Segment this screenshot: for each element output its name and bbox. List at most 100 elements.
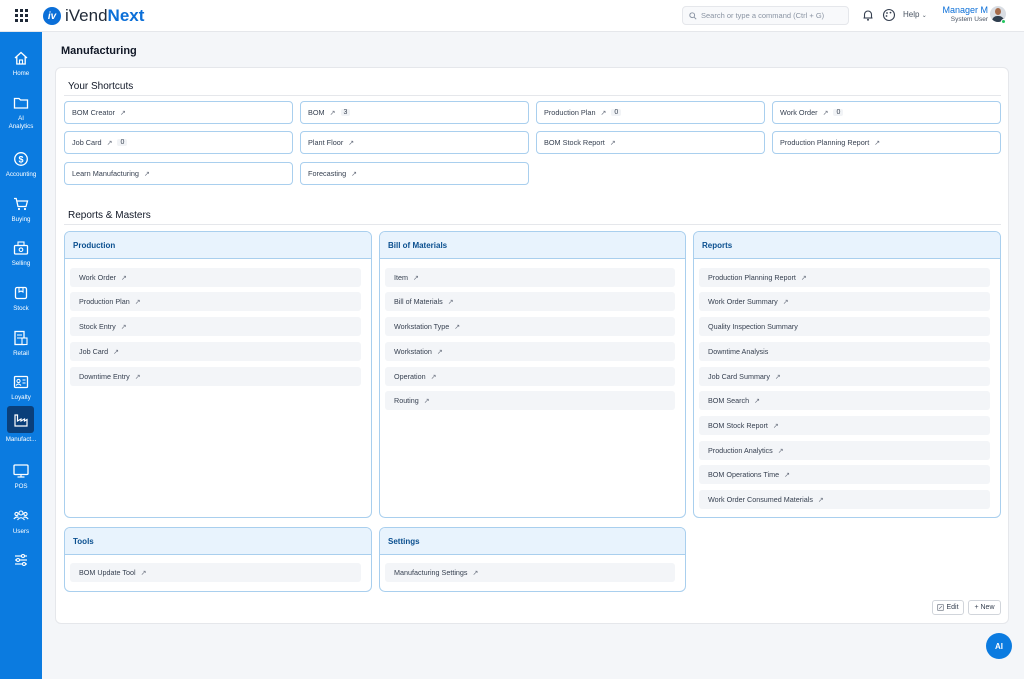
sidebar-item-loyalty[interactable]: Loyalty xyxy=(0,366,42,410)
edit-button[interactable]: Edit xyxy=(932,600,964,615)
shortcut-bom-stock-report[interactable]: BOM Stock Report ↗ xyxy=(536,131,765,154)
external-link-icon: ↗ xyxy=(348,139,355,147)
card-title: Bill of Materials xyxy=(380,232,685,259)
link-bom-search[interactable]: BOM Search ↗ xyxy=(699,391,990,410)
sidebar-item-manufacturing[interactable]: Manufact... xyxy=(0,405,42,449)
external-link-icon: ↗ xyxy=(143,170,150,178)
shortcuts-title: Your Shortcuts xyxy=(68,81,134,92)
shortcut-production-plan[interactable]: Production Plan ↗ 0 xyxy=(536,101,765,124)
search-input[interactable]: Search or type a command (Ctrl + G) xyxy=(682,6,849,25)
svg-text:$: $ xyxy=(18,154,23,164)
ai-assistant-button[interactable]: AI xyxy=(986,633,1012,659)
top-bar: iv iVendNext Search or type a command (C… xyxy=(0,0,1024,32)
link-production-planning-report[interactable]: Production Planning Report ↗ xyxy=(699,268,990,287)
external-link-icon: ↗ xyxy=(772,422,779,430)
link-work-order-consumed-materials[interactable]: Work Order Consumed Materials ↗ xyxy=(699,490,990,509)
link-operation[interactable]: Operation ↗ xyxy=(385,367,675,386)
register-icon xyxy=(13,241,29,255)
card-title: Production xyxy=(65,232,371,259)
link-production-analytics[interactable]: Production Analytics ↗ xyxy=(699,441,990,460)
external-link-icon: ↗ xyxy=(609,139,616,147)
count-badge: 0 xyxy=(117,139,128,146)
link-bom-operations-time[interactable]: BOM Operations Time ↗ xyxy=(699,465,990,484)
folder-icon xyxy=(13,97,29,109)
new-button[interactable]: + New xyxy=(968,600,1001,615)
count-badge: 3 xyxy=(340,109,351,116)
link-bom-update-tool[interactable]: BOM Update Tool ↗ xyxy=(70,563,361,582)
app-logo[interactable]: iv iVendNext xyxy=(43,6,144,26)
shortcut-plant-floor[interactable]: Plant Floor ↗ xyxy=(300,131,529,154)
link-stock-entry[interactable]: Stock Entry ↗ xyxy=(70,317,361,336)
chevron-down-icon: ⌄ xyxy=(921,13,927,19)
sidebar-item-retail[interactable]: Retail xyxy=(0,322,42,366)
external-link-icon: ↗ xyxy=(329,109,336,117)
shortcut-forecasting[interactable]: Forecasting ↗ xyxy=(300,162,529,185)
shortcut-production-planning-report[interactable]: Production Planning Report ↗ xyxy=(772,131,1001,154)
card-title: Tools xyxy=(65,528,371,555)
link-bill-of-materials[interactable]: Bill of Materials ↗ xyxy=(385,292,675,311)
external-link-icon: ↗ xyxy=(774,373,781,381)
app-grid-icon[interactable] xyxy=(15,9,28,22)
external-link-icon: ↗ xyxy=(113,348,120,356)
search-icon xyxy=(689,11,697,20)
shortcut-work-order[interactable]: Work Order ↗ 0 xyxy=(772,101,1001,124)
external-link-icon: ↗ xyxy=(874,139,881,147)
sidebar-item-buying[interactable]: Buying xyxy=(0,188,42,232)
external-link-icon: ↗ xyxy=(120,323,127,331)
reports-masters-title: Reports & Masters xyxy=(68,210,151,221)
sidebar-item-ai-analytics[interactable]: AI Analytics xyxy=(0,87,42,131)
help-menu[interactable]: Help ⌄ xyxy=(903,10,927,19)
sidebar-item-users[interactable]: Users xyxy=(0,500,42,544)
user-info[interactable]: Manager M System User xyxy=(930,5,988,23)
link-routing[interactable]: Routing ↗ xyxy=(385,391,675,410)
palette-icon[interactable] xyxy=(882,8,896,22)
bell-icon[interactable] xyxy=(861,8,875,22)
sidebar-item-accounting[interactable]: $ Accounting xyxy=(0,143,42,187)
cart-icon xyxy=(14,197,29,211)
link-downtime-entry[interactable]: Downtime Entry ↗ xyxy=(70,367,361,386)
link-workstation[interactable]: Workstation ↗ xyxy=(385,342,675,361)
receipt-icon xyxy=(14,330,28,346)
link-bom-stock-report[interactable]: BOM Stock Report ↗ xyxy=(699,416,990,435)
sidebar-item-pos[interactable]: POS xyxy=(0,455,42,499)
shortcut-bom-creator[interactable]: BOM Creator ↗ xyxy=(64,101,293,124)
external-link-icon: ↗ xyxy=(777,447,784,455)
external-link-icon: ↗ xyxy=(447,298,454,306)
external-link-icon: ↗ xyxy=(454,323,461,331)
card-tools: Tools xyxy=(64,527,372,592)
link-item[interactable]: Item ↗ xyxy=(385,268,675,287)
link-job-card-summary[interactable]: Job Card Summary ↗ xyxy=(699,367,990,386)
link-manufacturing-settings[interactable]: Manufacturing Settings ↗ xyxy=(385,563,675,582)
factory-icon xyxy=(14,414,28,427)
sidebar-item-selling[interactable]: Selling xyxy=(0,232,42,276)
external-link-icon: ↗ xyxy=(423,397,430,405)
external-link-icon: ↗ xyxy=(600,109,607,117)
link-job-card[interactable]: Job Card ↗ xyxy=(70,342,361,361)
home-icon xyxy=(14,51,28,65)
external-link-icon: ↗ xyxy=(817,496,824,504)
edit-icon xyxy=(937,604,945,611)
external-link-icon: ↗ xyxy=(784,471,790,479)
external-link-icon: ↗ xyxy=(121,274,127,282)
link-workstation-type[interactable]: Workstation Type ↗ xyxy=(385,317,675,336)
link-quality-inspection-summary[interactable]: Quality Inspection Summary xyxy=(699,317,990,336)
shortcut-job-card[interactable]: Job Card ↗ 0 xyxy=(64,131,293,154)
external-link-icon: ↗ xyxy=(134,298,141,306)
external-link-icon: ↗ xyxy=(412,274,419,282)
link-downtime-analysis[interactable]: Downtime Analysis xyxy=(699,342,990,361)
sidebar-item-home[interactable]: Home xyxy=(0,42,42,86)
id-card-icon xyxy=(13,375,29,389)
logo-text: iVendNext xyxy=(65,6,145,25)
count-badge: 0 xyxy=(611,109,622,116)
sidebar-item-stock[interactable]: Stock xyxy=(0,277,42,321)
link-work-order[interactable]: Work Order ↗ xyxy=(70,268,361,287)
link-work-order-summary[interactable]: Work Order Summary ↗ xyxy=(699,292,990,311)
external-link-icon: ↗ xyxy=(351,170,357,178)
count-badge: 0 xyxy=(833,109,844,116)
link-production-plan[interactable]: Production Plan ↗ xyxy=(70,292,361,311)
sidebar-item-settings[interactable] xyxy=(0,544,42,588)
card-settings: Settings xyxy=(379,527,686,592)
shortcut-bom[interactable]: BOM ↗ 3 xyxy=(300,101,529,124)
card-title: Settings xyxy=(380,528,685,555)
shortcut-learn-manufacturing[interactable]: Learn Manufacturing ↗ xyxy=(64,162,293,185)
